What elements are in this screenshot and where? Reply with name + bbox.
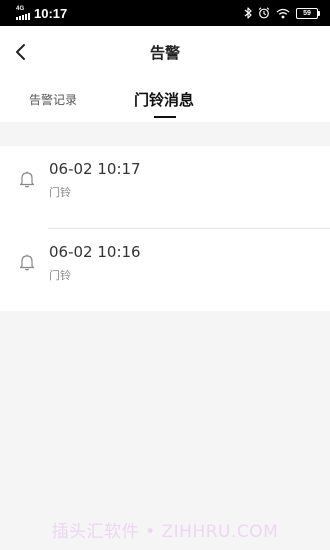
tab-bar: 告警记录 门铃消息 [0,78,330,122]
header: 告警 [0,26,330,78]
alarm-clock-icon [258,7,270,19]
page-title: 告警 [149,43,180,62]
section-gap [0,122,330,146]
alarm-item[interactable]: 06-02 10:17 门铃 [0,146,330,228]
alarm-type: 门铃 [49,186,71,199]
network-indicator: 4G [16,6,30,20]
alarm-list: 06-02 10:17 门铃 06-02 10:16 门铃 [0,146,330,311]
alarm-type: 门铃 [49,269,71,282]
screen: 4G 10:17 59 告警 告警记录 门铃消息 06-02 10:17 门铃 … [0,0,330,550]
alarm-time: 06-02 10:17 [49,160,141,178]
tab-alarm-records[interactable]: 告警记录 [29,84,77,114]
battery-icon: 59 [296,7,320,19]
alarm-item[interactable]: 06-02 10:16 门铃 [0,229,330,311]
network-type: 4G [16,6,25,12]
status-bar: 4G 10:17 59 [0,0,330,26]
active-tab-indicator [154,116,176,118]
signal-icon [16,13,30,20]
status-time: 10:17 [34,5,68,21]
tab-doorbell-messages[interactable]: 门铃消息 [134,84,194,114]
alarm-time: 06-02 10:16 [49,243,141,261]
chevron-left-icon [16,44,25,60]
battery-level: 59 [296,7,318,19]
wifi-icon [276,8,290,19]
back-button[interactable] [8,38,32,66]
bluetooth-icon [244,7,252,19]
watermark: 插头汇软件 • ZIHHRU.COM [51,522,279,542]
bell-icon [19,254,35,271]
bell-icon [19,171,35,188]
